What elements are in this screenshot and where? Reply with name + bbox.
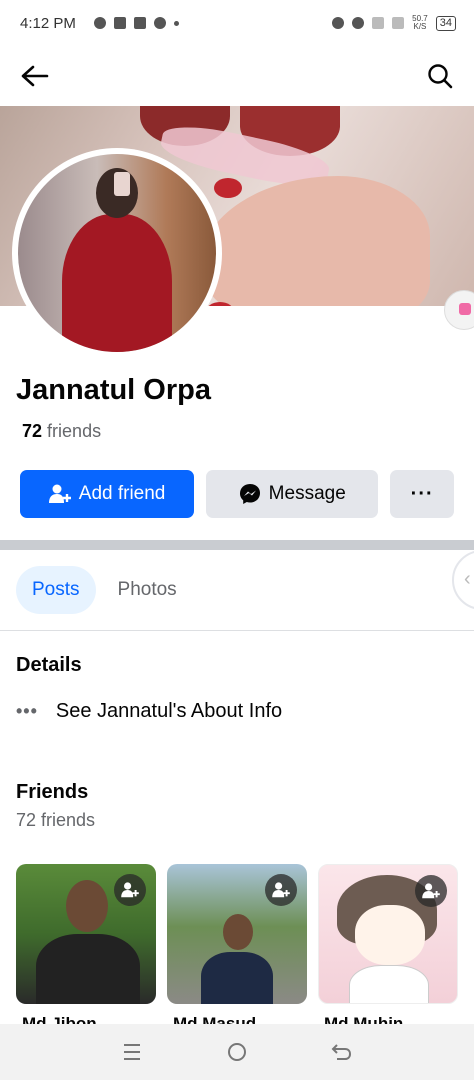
search-button[interactable] (422, 58, 458, 94)
more-options-button[interactable]: ··· (390, 470, 454, 518)
avatar-image (18, 154, 216, 352)
home-circle-icon (227, 1043, 246, 1061)
profile-name: Jannatul Orpa (16, 374, 211, 406)
add-friend-icon[interactable] (415, 875, 447, 907)
friend-photo[interactable] (318, 864, 458, 1004)
message-button[interactable]: Message (206, 470, 379, 518)
menu-icon (124, 1044, 141, 1060)
friend-photo[interactable] (16, 864, 156, 1004)
more-notifications-icon (173, 20, 179, 26)
add-friend-button[interactable]: Add friend (20, 470, 195, 518)
battery-indicator: 34 (435, 15, 456, 31)
app-icon (133, 17, 146, 29)
profile-tabs: Posts Photos (16, 566, 193, 614)
signal-icon (372, 17, 385, 29)
friends-subtitle: 72 friends (16, 810, 96, 830)
arrow-left-icon (21, 65, 49, 87)
section-divider (0, 540, 474, 550)
friend-photo[interactable] (167, 864, 307, 1004)
friends-title: Friends (16, 781, 89, 803)
side-panel-handle[interactable]: ‹ (452, 550, 474, 610)
profile-avatar[interactable] (12, 148, 222, 358)
top-nav (0, 46, 474, 106)
profile-friends-count[interactable]: 72 friends (22, 421, 101, 442)
tabs-divider (0, 630, 474, 631)
net-speed: 50.7 K/S (412, 14, 428, 31)
back-system-button[interactable] (322, 1032, 362, 1072)
signal-icon-2 (392, 17, 405, 29)
details-title: Details (16, 654, 82, 676)
status-time: 4:12 PM (20, 14, 76, 32)
alarm-icon (332, 17, 345, 29)
mail-icon (113, 17, 126, 29)
telegram-icon (153, 17, 166, 29)
recents-button[interactable] (112, 1032, 152, 1072)
about-info-row[interactable]: ••• See Jannatul's About Info (16, 700, 282, 723)
tab-posts[interactable]: Posts (16, 566, 96, 614)
search-icon (428, 64, 453, 89)
add-friend-icon[interactable] (265, 874, 297, 906)
tab-photos[interactable]: Photos (102, 566, 193, 614)
back-arrow-icon (331, 1044, 351, 1060)
add-friend-icon (48, 484, 71, 503)
chevron-left-icon: ‹ (464, 568, 471, 590)
home-button[interactable] (217, 1032, 257, 1072)
notification-icon (93, 17, 106, 29)
status-bar: 4:12 PM 50.7 K/S 34 (0, 0, 474, 46)
system-nav-bar (0, 1024, 474, 1080)
add-friend-icon[interactable] (114, 874, 146, 906)
profile-actions: Add friend Message ··· (20, 470, 454, 518)
more-dots-icon: ••• (16, 701, 38, 721)
side-widget-icon[interactable] (444, 290, 474, 330)
messenger-icon (239, 484, 260, 504)
back-button[interactable] (16, 58, 52, 94)
wifi-icon (352, 17, 365, 29)
